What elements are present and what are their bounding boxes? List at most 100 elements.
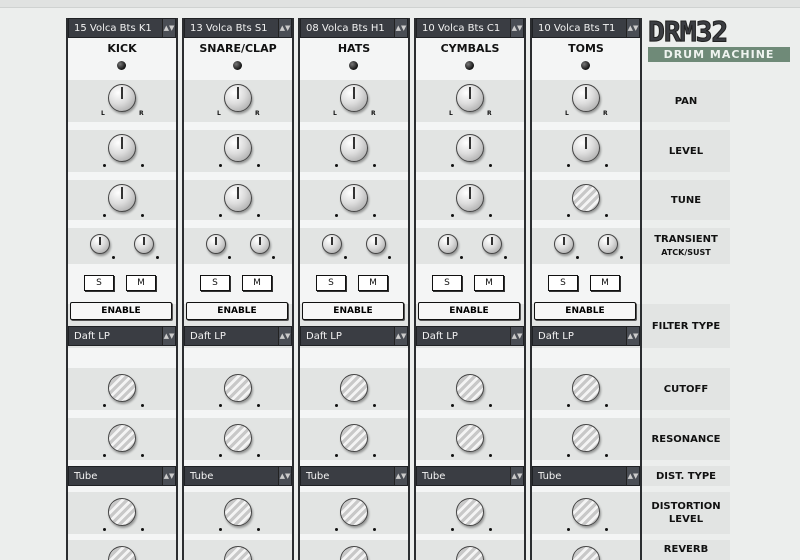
attack-knob[interactable] bbox=[206, 234, 226, 254]
mute-button[interactable]: M bbox=[358, 275, 388, 291]
cutoff-max-mark bbox=[257, 404, 260, 407]
distortion-type-value: Tube bbox=[190, 471, 214, 482]
pan-right-mark: R bbox=[139, 110, 144, 117]
sample-select[interactable]: 15 Volca Bts K1 ▲▼ bbox=[68, 18, 176, 38]
filter-type-select[interactable]: Daft LP ▲▼ bbox=[68, 326, 176, 346]
resonance-knob[interactable] bbox=[456, 424, 484, 452]
filter-type-select[interactable]: Daft LP ▲▼ bbox=[300, 326, 408, 346]
level-knob[interactable] bbox=[456, 134, 484, 162]
tune-min-mark bbox=[219, 214, 222, 217]
cutoff-knob[interactable] bbox=[572, 374, 600, 402]
filter-enable-button[interactable]: ENABLE bbox=[70, 302, 172, 320]
label-reverb-text: REVERB bbox=[663, 544, 709, 555]
solo-button[interactable]: S bbox=[316, 275, 346, 291]
resonance-knob[interactable] bbox=[108, 424, 136, 452]
filter-enable-button[interactable]: ENABLE bbox=[302, 302, 404, 320]
level-knob[interactable] bbox=[572, 134, 600, 162]
channel-strip: 08 Volca Bts H1 ▲▼ HATS L R S M ENABLE Daft LP ▲▼… bbox=[298, 18, 410, 560]
resonance-knob[interactable] bbox=[224, 424, 252, 452]
filter-enable-button[interactable]: ENABLE bbox=[534, 302, 636, 320]
label-filter-type: FILTER TYPE bbox=[642, 304, 730, 348]
filter-enable-button[interactable]: ENABLE bbox=[186, 302, 288, 320]
channel-name: KICK bbox=[107, 42, 137, 55]
sample-name: 15 Volca Bts K1 bbox=[74, 23, 152, 34]
distortion-max-mark bbox=[605, 528, 608, 531]
solo-button[interactable]: S bbox=[548, 275, 578, 291]
distortion-type-select[interactable]: Tube ▲▼ bbox=[184, 466, 292, 486]
distortion-max-mark bbox=[373, 528, 376, 531]
cutoff-knob[interactable] bbox=[340, 374, 368, 402]
distortion-type-select[interactable]: Tube ▲▼ bbox=[416, 466, 524, 486]
pan-knob[interactable] bbox=[224, 84, 252, 112]
distortion-level-knob[interactable] bbox=[456, 498, 484, 526]
dropdown-arrow-icon: ▲▼ bbox=[394, 467, 407, 485]
resonance-knob[interactable] bbox=[340, 424, 368, 452]
distortion-min-mark bbox=[335, 528, 338, 531]
level-knob[interactable] bbox=[224, 134, 252, 162]
channel-name: TOMS bbox=[568, 42, 604, 55]
pan-right-mark: R bbox=[487, 110, 492, 117]
mute-button[interactable]: M bbox=[126, 275, 156, 291]
cutoff-min-mark bbox=[335, 404, 338, 407]
sustain-knob[interactable] bbox=[134, 234, 154, 254]
sustain-knob[interactable] bbox=[482, 234, 502, 254]
label-distortion-level-text: LEVEL bbox=[668, 514, 704, 525]
filter-type-select[interactable]: Daft LP ▲▼ bbox=[416, 326, 524, 346]
pan-knob[interactable] bbox=[572, 84, 600, 112]
tune-knob[interactable] bbox=[572, 184, 600, 212]
attack-knob[interactable] bbox=[438, 234, 458, 254]
level-knob[interactable] bbox=[340, 134, 368, 162]
pan-knob[interactable] bbox=[108, 84, 136, 112]
attack-knob[interactable] bbox=[554, 234, 574, 254]
label-tune: TUNE bbox=[642, 180, 730, 220]
sustain-knob[interactable] bbox=[366, 234, 386, 254]
distortion-level-knob[interactable] bbox=[108, 498, 136, 526]
filter-type-select[interactable]: Daft LP ▲▼ bbox=[184, 326, 292, 346]
sustain-max-mark bbox=[620, 256, 623, 259]
distortion-type-select[interactable]: Tube ▲▼ bbox=[300, 466, 408, 486]
cutoff-knob[interactable] bbox=[108, 374, 136, 402]
attack-knob[interactable] bbox=[322, 234, 342, 254]
row-band bbox=[300, 228, 408, 264]
solo-button[interactable]: S bbox=[84, 275, 114, 291]
sample-select[interactable]: 13 Volca Bts S1 ▲▼ bbox=[184, 18, 292, 38]
pan-left-mark: L bbox=[565, 110, 569, 117]
tune-knob[interactable] bbox=[456, 184, 484, 212]
level-min-mark bbox=[103, 164, 106, 167]
filter-type-select[interactable]: Daft LP ▲▼ bbox=[532, 326, 640, 346]
sustain-knob[interactable] bbox=[598, 234, 618, 254]
label-tune-text: TUNE bbox=[670, 194, 702, 206]
sample-select[interactable]: 08 Volca Bts H1 ▲▼ bbox=[300, 18, 408, 38]
pan-right-mark: R bbox=[371, 110, 376, 117]
solo-button[interactable]: S bbox=[200, 275, 230, 291]
dropdown-arrow-icon: ▲▼ bbox=[278, 467, 291, 485]
solo-button[interactable]: S bbox=[432, 275, 462, 291]
pan-knob[interactable] bbox=[340, 84, 368, 112]
level-min-mark bbox=[451, 164, 454, 167]
filter-type-value: Daft LP bbox=[422, 331, 458, 342]
tune-knob[interactable] bbox=[224, 184, 252, 212]
resonance-min-mark bbox=[335, 454, 338, 457]
distortion-level-knob[interactable] bbox=[572, 498, 600, 526]
cutoff-knob[interactable] bbox=[456, 374, 484, 402]
cutoff-knob[interactable] bbox=[224, 374, 252, 402]
filter-enable-button[interactable]: ENABLE bbox=[418, 302, 520, 320]
mute-button[interactable]: M bbox=[590, 275, 620, 291]
resonance-knob[interactable] bbox=[572, 424, 600, 452]
distortion-type-select[interactable]: Tube ▲▼ bbox=[532, 466, 640, 486]
attack-knob[interactable] bbox=[90, 234, 110, 254]
distortion-type-value: Tube bbox=[422, 471, 446, 482]
pan-knob[interactable] bbox=[456, 84, 484, 112]
label-transient-text: TRANSIENT bbox=[654, 234, 718, 245]
mute-button[interactable]: M bbox=[474, 275, 504, 291]
tune-knob[interactable] bbox=[108, 184, 136, 212]
level-knob[interactable] bbox=[108, 134, 136, 162]
sample-select[interactable]: 10 Volca Bts C1 ▲▼ bbox=[416, 18, 524, 38]
mute-button[interactable]: M bbox=[242, 275, 272, 291]
distortion-type-select[interactable]: Tube ▲▼ bbox=[68, 466, 176, 486]
sample-select[interactable]: 10 Volca Bts T1 ▲▼ bbox=[532, 18, 640, 38]
sustain-knob[interactable] bbox=[250, 234, 270, 254]
tune-knob[interactable] bbox=[340, 184, 368, 212]
distortion-level-knob[interactable] bbox=[340, 498, 368, 526]
distortion-level-knob[interactable] bbox=[224, 498, 252, 526]
